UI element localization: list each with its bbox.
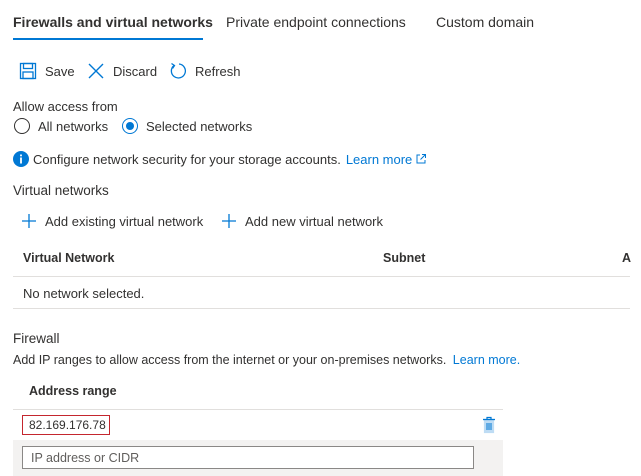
firewall-heading: Firewall bbox=[13, 331, 60, 346]
info-banner: Configure network security for your stor… bbox=[13, 151, 427, 167]
discard-label: Discard bbox=[113, 63, 158, 79]
column-header-subnet: Subnet bbox=[383, 251, 426, 265]
table-header-divider bbox=[13, 276, 630, 277]
tab-private-endpoint-connections[interactable]: Private endpoint connections bbox=[226, 14, 406, 30]
external-link-icon bbox=[416, 154, 427, 164]
add-icon bbox=[222, 214, 236, 228]
firewall-learn-more-link[interactable]: Learn more. bbox=[453, 353, 520, 367]
table-bottom-divider bbox=[13, 308, 630, 309]
info-icon bbox=[13, 151, 29, 167]
add-icon bbox=[22, 214, 36, 228]
ip-address-value[interactable]: 82.169.176.78 bbox=[22, 415, 110, 435]
refresh-label: Refresh bbox=[195, 63, 241, 79]
save-button[interactable]: Save bbox=[19, 60, 75, 82]
add-existing-virtual-network-button[interactable]: Add existing virtual network bbox=[21, 213, 203, 229]
column-header-virtual-network: Virtual Network bbox=[23, 251, 115, 265]
tab-firewalls-and-virtual-networks[interactable]: Firewalls and virtual networks bbox=[13, 14, 213, 30]
virtual-networks-heading: Virtual networks bbox=[13, 183, 109, 198]
close-icon bbox=[88, 63, 104, 79]
empty-table-message: No network selected. bbox=[23, 286, 145, 301]
ip-address-input[interactable] bbox=[22, 446, 474, 469]
address-range-header: Address range bbox=[29, 384, 117, 398]
add-new-label: Add new virtual network bbox=[245, 213, 384, 229]
add-new-virtual-network-button[interactable]: Add new virtual network bbox=[221, 213, 383, 229]
firewall-description-text: Add IP ranges to allow access from the i… bbox=[13, 353, 447, 367]
refresh-button[interactable]: Refresh bbox=[169, 60, 241, 82]
radio-selected-networks[interactable]: Selected networks bbox=[122, 118, 252, 134]
save-label: Save bbox=[45, 63, 75, 79]
delete-ip-button[interactable] bbox=[481, 416, 497, 437]
discard-button[interactable]: Discard bbox=[87, 60, 157, 82]
trash-icon bbox=[483, 416, 495, 434]
info-text: Configure network security for your stor… bbox=[33, 151, 341, 167]
refresh-icon bbox=[170, 62, 187, 79]
active-tab-indicator bbox=[13, 38, 203, 40]
add-existing-label: Add existing virtual network bbox=[45, 213, 204, 229]
tab-custom-domain[interactable]: Custom domain bbox=[436, 14, 534, 30]
radio-label: All networks bbox=[38, 118, 109, 134]
radio-label: Selected networks bbox=[146, 118, 253, 134]
column-header-address-range: A bbox=[622, 251, 632, 265]
radio-circle-selected bbox=[122, 118, 138, 134]
allow-access-label: Allow access from bbox=[13, 99, 118, 114]
radio-circle bbox=[14, 118, 30, 134]
address-range-divider bbox=[13, 409, 503, 410]
radio-all-networks[interactable]: All networks bbox=[14, 118, 108, 134]
firewall-description: Add IP ranges to allow access from the i… bbox=[13, 353, 520, 367]
learn-more-link[interactable]: Learn more bbox=[346, 152, 412, 167]
save-icon bbox=[19, 62, 37, 80]
